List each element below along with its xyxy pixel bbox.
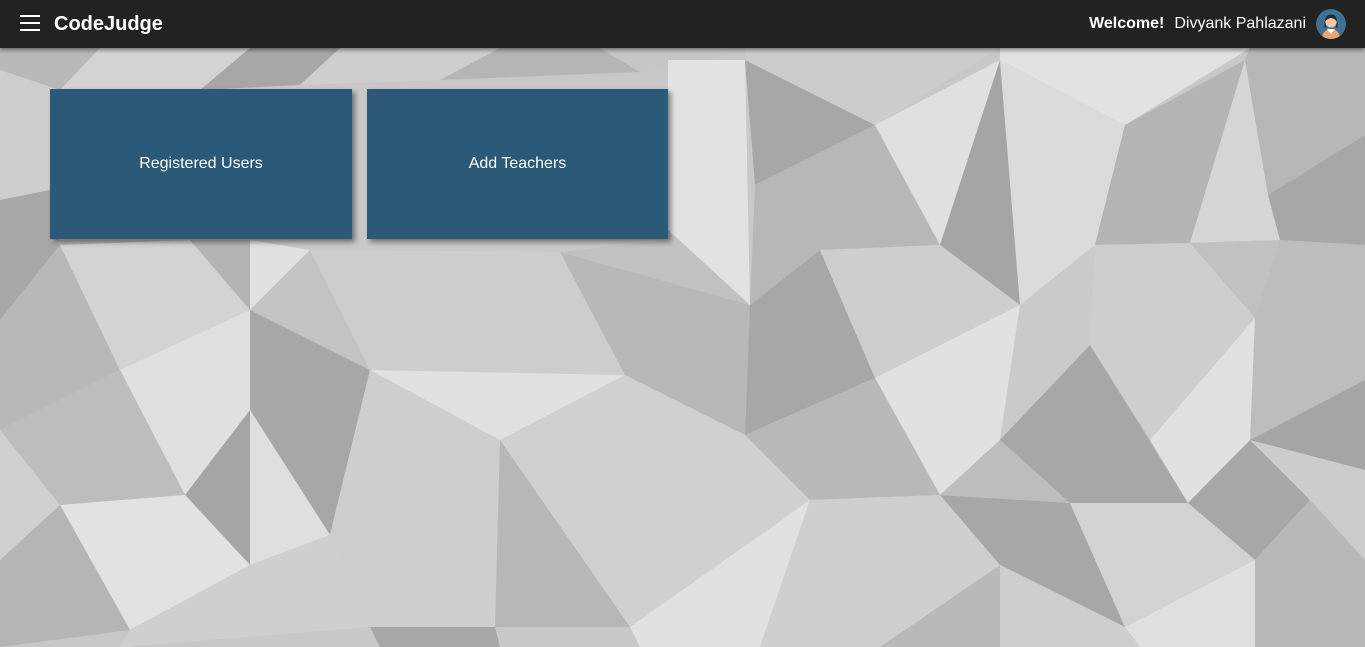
user-area: Welcome! Divyank Pahlazani [1089, 9, 1346, 39]
add-teachers-card[interactable]: Add Teachers [367, 89, 668, 239]
top-navigation-bar: CodeJudge Welcome! Divyank Pahlazani [0, 0, 1365, 48]
app-title[interactable]: CodeJudge [54, 12, 163, 36]
add-teachers-label: Add Teachers [468, 155, 567, 172]
user-avatar-icon[interactable] [1316, 9, 1346, 39]
dashboard-cards: Registered Users Add Teachers [50, 89, 668, 239]
registered-users-card[interactable]: Registered Users [50, 89, 352, 239]
user-name: Divyank Pahlazani [1174, 15, 1306, 32]
registered-users-label: Registered Users [139, 155, 263, 172]
welcome-label: Welcome! [1089, 15, 1165, 32]
hamburger-menu-icon[interactable] [20, 14, 40, 32]
